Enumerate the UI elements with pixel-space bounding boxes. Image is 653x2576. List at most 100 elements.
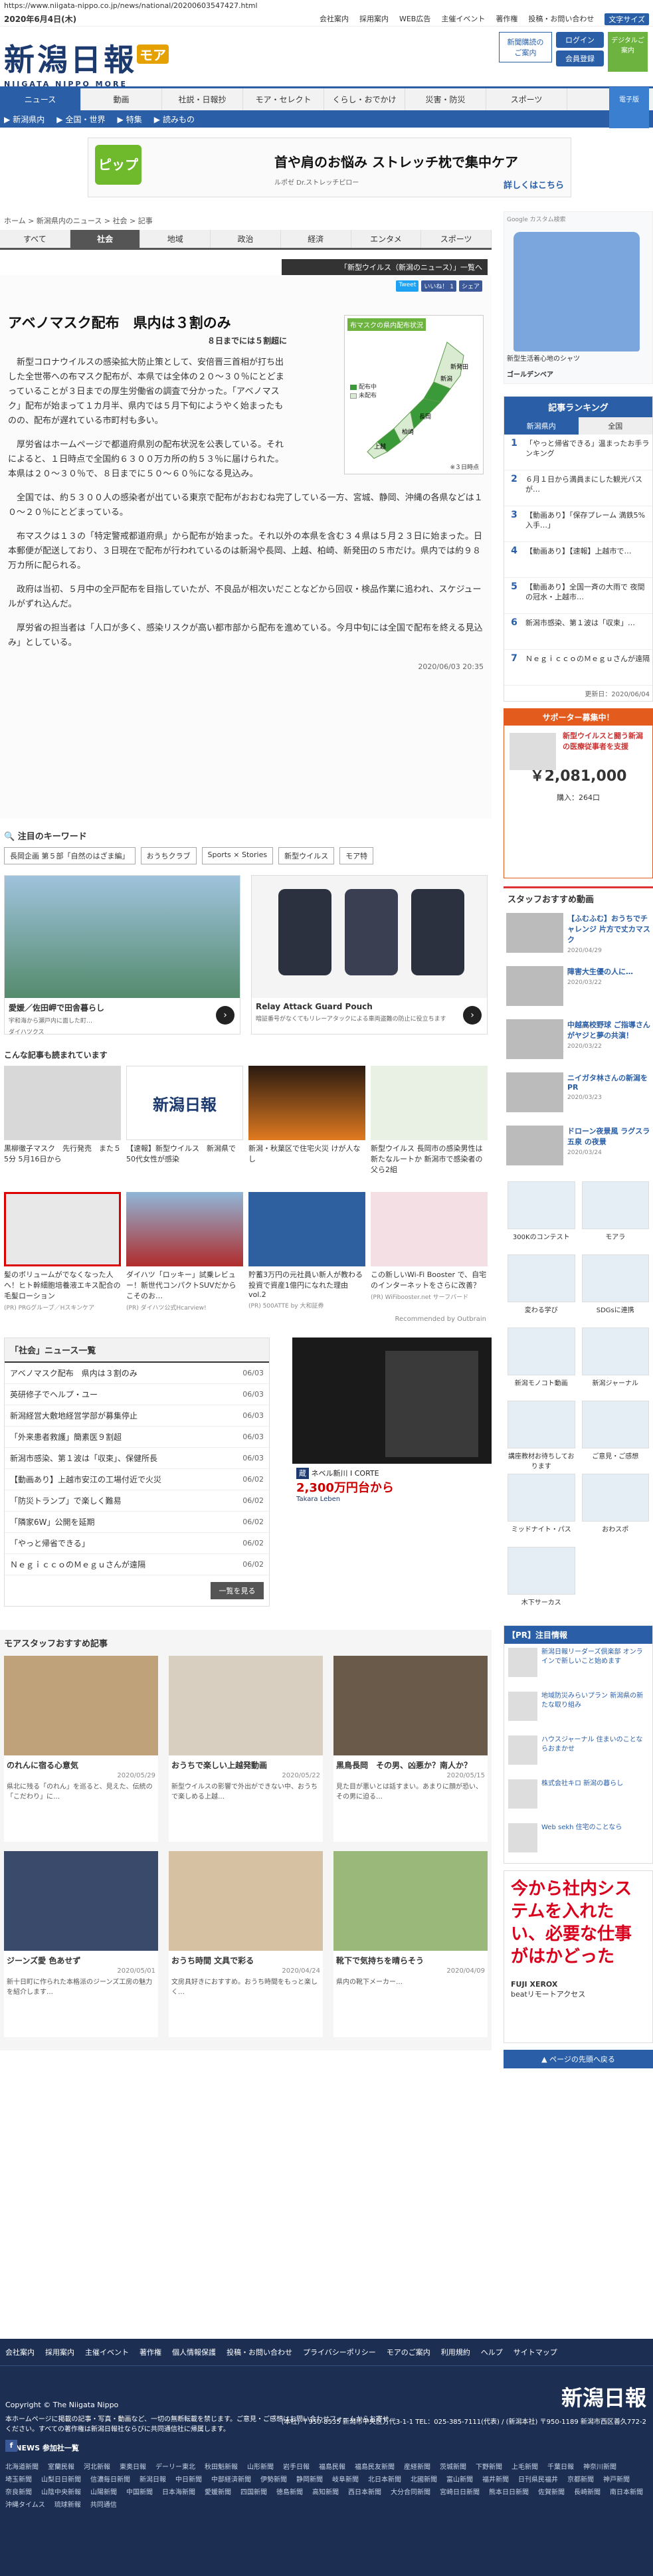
register-button[interactable]: 会員登録 [556, 50, 604, 66]
partner-paper-link[interactable]: 南日本新聞 [610, 2486, 643, 2496]
facebook-icon[interactable]: f [5, 2440, 17, 2452]
partner-paper-link[interactable]: 北國新聞 [411, 2474, 437, 2484]
service-link[interactable]: ご意見・ご感想 [581, 1401, 649, 1467]
like-button[interactable]: いいね！ 1 [421, 280, 456, 292]
share-button[interactable]: シェア [458, 280, 482, 292]
partner-paper-link[interactable]: 共同通信 [90, 2499, 117, 2509]
tab-economy[interactable]: 経済 [280, 230, 351, 248]
ranking-item[interactable]: 3 【動画あり】「保存プレーム 満鉄5%入手…」 [504, 506, 652, 542]
partner-paper-link[interactable]: 福島民報 [319, 2461, 345, 2471]
recommended-card[interactable]: ダイハツ「ロッキー」試乗レビュー！新世代コンパクトSUVだからこそのお… (PR)… [126, 1192, 243, 1313]
news-list-row[interactable]: 新潟経営大敷地経営学部が募集停止 06/03 [5, 1405, 269, 1427]
ranking-item[interactable]: 1 「やっと帰省できる」温まったお手ランキング [504, 435, 652, 470]
utility-link-ads[interactable]: WEB広告 [399, 13, 430, 25]
partner-paper-link[interactable]: 中日新聞 [175, 2474, 202, 2484]
pr-item[interactable]: Web sekh 住宅のことなら [504, 1819, 652, 1863]
footer-link[interactable]: 利用規約 [441, 2347, 470, 2357]
partner-paper-link[interactable]: 富山新聞 [446, 2474, 473, 2484]
footer-link[interactable]: 主催イベント [85, 2347, 129, 2357]
partner-paper-link[interactable]: 福島民友新聞 [355, 2461, 395, 2471]
footer-link[interactable]: サイトマップ [513, 2347, 557, 2357]
subnav-local[interactable]: ▶ 新潟県内 [4, 114, 45, 125]
partner-paper-link[interactable]: 中部経済新聞 [211, 2474, 251, 2484]
partner-paper-link[interactable]: デーリー東北 [155, 2461, 195, 2471]
footer-link[interactable]: ヘルプ [481, 2347, 503, 2357]
partner-paper-link[interactable]: 山梨日日新聞 [41, 2474, 81, 2484]
utility-link-copyright[interactable]: 著作権 [496, 13, 517, 25]
utility-link-recruit[interactable]: 採用案内 [359, 13, 389, 25]
footer-link[interactable]: 投稿・お問い合わせ [227, 2347, 292, 2357]
nav-life[interactable]: くらし・おでかけ [324, 88, 405, 110]
news-list-more-button[interactable]: 一覧を見る [211, 1582, 264, 1599]
pr-item[interactable]: ハウスジャーナル 住まいのことならおまかせ [504, 1732, 652, 1775]
moa-card[interactable]: 黒鳥長岡 その男、凶悪か？南人か？ 2020/05/15 見た目が悪いとは話すまい。… [333, 1656, 488, 1842]
partner-paper-link[interactable]: 奈良新聞 [5, 2486, 32, 2496]
partner-paper-link[interactable]: 琉球新報 [54, 2499, 81, 2509]
service-link[interactable]: モアラ [581, 1181, 649, 1248]
partner-paper-link[interactable]: 埼玉新聞 [5, 2474, 32, 2484]
breadcrumb-home[interactable]: ホーム [4, 217, 26, 225]
moa-card[interactable]: のれんに宿る心意気 2020/05/29 県北に残る「のれん」を巡ると、見えた、伝統… [4, 1656, 158, 1842]
ranking-item[interactable]: 5 【動画あり】全国一斉の大雨で 夜間の冠水・上越市… [504, 578, 652, 614]
nav-video[interactable]: 動画 [81, 88, 162, 110]
utility-link-contact[interactable]: 投稿・お問い合わせ [528, 13, 594, 25]
recommended-card[interactable]: 新潟日報 【速報】新型ウイルス 新潟県で50代女性が感染 [126, 1066, 243, 1187]
news-list-row[interactable]: 新潟市感染、第１波は「収束」、保健所長 06/03 [5, 1448, 269, 1469]
tab-politics[interactable]: 政治 [211, 230, 281, 248]
keyword-tag[interactable]: 新型ウイルス [278, 847, 335, 864]
partner-paper-link[interactable]: 山陰中央新報 [41, 2486, 81, 2496]
partner-paper-link[interactable]: 河北新報 [84, 2461, 110, 2471]
service-link[interactable]: 300Kのコンテスト [508, 1181, 575, 1248]
back-to-top-button[interactable]: ▲ ページの先頭へ戻る [504, 2050, 653, 2068]
staff-video-item[interactable]: ニイガタ林さんの新潟をPR 2020/03/23 [504, 1068, 653, 1122]
news-list-row[interactable]: 英研修子でヘルプ・ユー 06/03 [5, 1384, 269, 1405]
top-banner-ad[interactable]: ピップ 首や肩のお悩み ストレッチ枕で集中ケア ルポゼ Dr.ストレッチピロー … [88, 138, 571, 197]
news-list-row[interactable]: ＮｅｇｉｃｃｏのＭｅｇｕさんが遠隔 06/02 [5, 1554, 269, 1575]
service-link[interactable]: 変わる学び [508, 1254, 575, 1321]
staff-video-item[interactable]: 【ふむふむ】おうちでチャレンジ 片方で丈カマスク 2020/04/29 [504, 909, 653, 962]
news-list-row[interactable]: アベノマスク配布 県内は３割のみ 06/03 [5, 1363, 269, 1384]
font-size-button[interactable]: 文字サイズ [605, 13, 649, 25]
partner-paper-link[interactable]: 上毛新聞 [512, 2461, 538, 2471]
partner-paper-link[interactable]: 産経新聞 [404, 2461, 430, 2471]
keyword-tag[interactable]: Sports × Stories [201, 847, 274, 864]
nav-news[interactable]: ニュース [0, 88, 81, 110]
breadcrumb-society[interactable]: 社会 [113, 217, 128, 225]
service-link[interactable]: ミッドナイト・パス [508, 1474, 575, 1540]
news-list-row[interactable]: 「隣家6W」公開を延期 06/02 [5, 1512, 269, 1533]
recommended-card[interactable]: 新潟・秋葉区で住宅火災 けが人なし [248, 1066, 365, 1187]
keyword-tag[interactable]: モア特 [339, 847, 374, 864]
partner-paper-link[interactable]: 伊勢新聞 [260, 2474, 287, 2484]
moa-card[interactable]: おうちで楽しい上越発動画 2020/05/22 新型ウイルスの影響で外出ができない中… [169, 1656, 323, 1842]
partner-paper-link[interactable]: 室蘭民報 [48, 2461, 74, 2471]
footer-link[interactable]: 著作権 [140, 2347, 161, 2357]
recommended-card[interactable]: 髪のボリュームがでなくなった人へ！ヒト幹細胞培養液エキス配合の毛髪ローション (P… [4, 1192, 121, 1313]
service-link[interactable]: 新潟モノコト動画 [508, 1328, 575, 1394]
partner-paper-link[interactable]: 神奈川新聞 [583, 2461, 616, 2471]
nav-editorial[interactable]: 社説・日報抄 [162, 88, 243, 110]
service-link[interactable]: SDGsに連携 [581, 1254, 649, 1321]
side-shirt-ad[interactable]: Google カスタム検索 新型生活着心地のシャツ ゴールデンベア [504, 211, 653, 384]
partner-paper-link[interactable]: 北日本新聞 [368, 2474, 401, 2484]
keyword-tag[interactable]: 長岡企画 第５部「自然のはざま編」 [4, 847, 136, 864]
moa-card[interactable]: ジーンズ愛 色あせず 2020/05/01 新十日町に作られた本格派のジーンズ工房の… [4, 1851, 158, 2037]
tab-entertainment[interactable]: エンタメ [351, 230, 422, 248]
service-link[interactable]: おわスポ [581, 1474, 649, 1540]
ranking-item[interactable]: 2 ６月１日から満員まにした観光バスが… [504, 470, 652, 506]
ranking-item[interactable]: 7 ＮｅｇｉｃｃｏのＭｅｇｕさんが遠隔 [504, 650, 652, 686]
tab-region[interactable]: 地域 [140, 230, 211, 248]
ranking-tab-local[interactable]: 新潟県内 [504, 417, 579, 435]
footer-link[interactable]: モアのご案内 [387, 2347, 430, 2357]
pr-item[interactable]: 新潟日報リーダーズ倶楽部 オンラインで新しいこと始めます [504, 1644, 652, 1688]
partner-paper-link[interactable]: 宮崎日日新聞 [440, 2486, 480, 2496]
footer-link[interactable]: 個人情報保護 [172, 2347, 216, 2357]
footer-logo[interactable]: 新潟日報 [561, 2381, 646, 2412]
pr-item[interactable]: 地域防災みらいプラン 新潟県の新たな取り組み [504, 1688, 652, 1732]
footer-link[interactable]: 採用案内 [45, 2347, 74, 2357]
ranking-tab-national[interactable]: 全国 [578, 417, 652, 435]
partner-paper-link[interactable]: 東奥日報 [120, 2461, 146, 2471]
e-edition-button[interactable]: 電子版 [609, 87, 649, 128]
recommended-card[interactable]: この新しいWi-Fi Booster で、自宅のインターネットをさらに改善？ (P… [371, 1192, 488, 1313]
partner-paper-link[interactable]: 神戸新聞 [603, 2474, 630, 2484]
news-list-row[interactable]: 【動画あり】上越市安江の工場付近で火災 06/02 [5, 1469, 269, 1490]
